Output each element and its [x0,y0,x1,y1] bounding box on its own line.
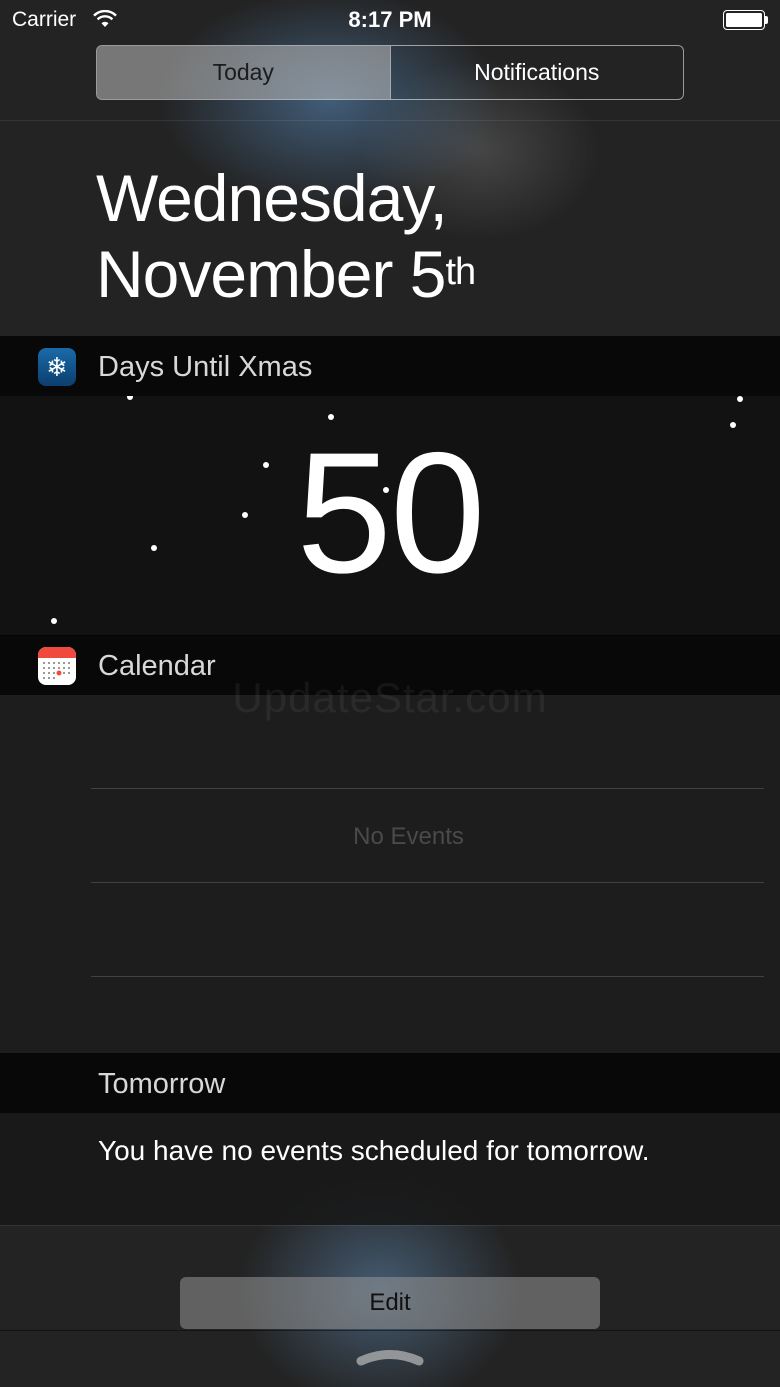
tab-today[interactable]: Today [97,46,390,99]
watermark: UpdateStar.com [232,674,548,721]
tomorrow-widget-body[interactable]: You have no events scheduled for tomorro… [0,1113,780,1225]
tomorrow-widget-header[interactable]: Tomorrow [0,1053,780,1113]
snowflake-dot [737,396,743,402]
divider [91,976,764,977]
weekday-text: Wednesday, [96,161,448,235]
status-bar: Carrier 8:17 PM [0,0,780,40]
tab-notifications[interactable]: Notifications [389,46,684,99]
chevron-grabber-icon[interactable] [355,1346,425,1368]
edit-button[interactable]: Edit [180,1277,600,1329]
date-text: November 5th [96,236,477,312]
divider [91,788,764,789]
xmas-widget-title: Days Until Xmas [98,351,313,383]
battery-icon [723,10,769,30]
xmas-widget-header[interactable]: ❄ Days Until Xmas [0,336,780,396]
date-month-day: November 5 [96,237,446,311]
days-count: 50 [296,417,485,609]
date-header: Wednesday, November 5th [96,160,477,312]
divider [0,1330,780,1331]
tomorrow-summary: You have no events scheduled for tomorro… [98,1135,650,1166]
view-switcher: Today Notifications [96,45,684,100]
divider [0,1225,780,1226]
snowflake-dot [51,618,57,624]
date-ordinal: th [445,251,477,293]
divider [91,882,764,883]
snowflake-dot [127,396,133,400]
clock: 8:17 PM [348,7,432,32]
no-events-label: No Events [353,823,464,850]
tomorrow-widget-title: Tomorrow [98,1068,226,1100]
xmas-widget-body[interactable]: 50 [0,396,780,636]
divider [0,120,780,121]
snowflake-icon: ❄ [38,348,76,386]
calendar-widget-body[interactable]: No Events [0,695,780,1053]
